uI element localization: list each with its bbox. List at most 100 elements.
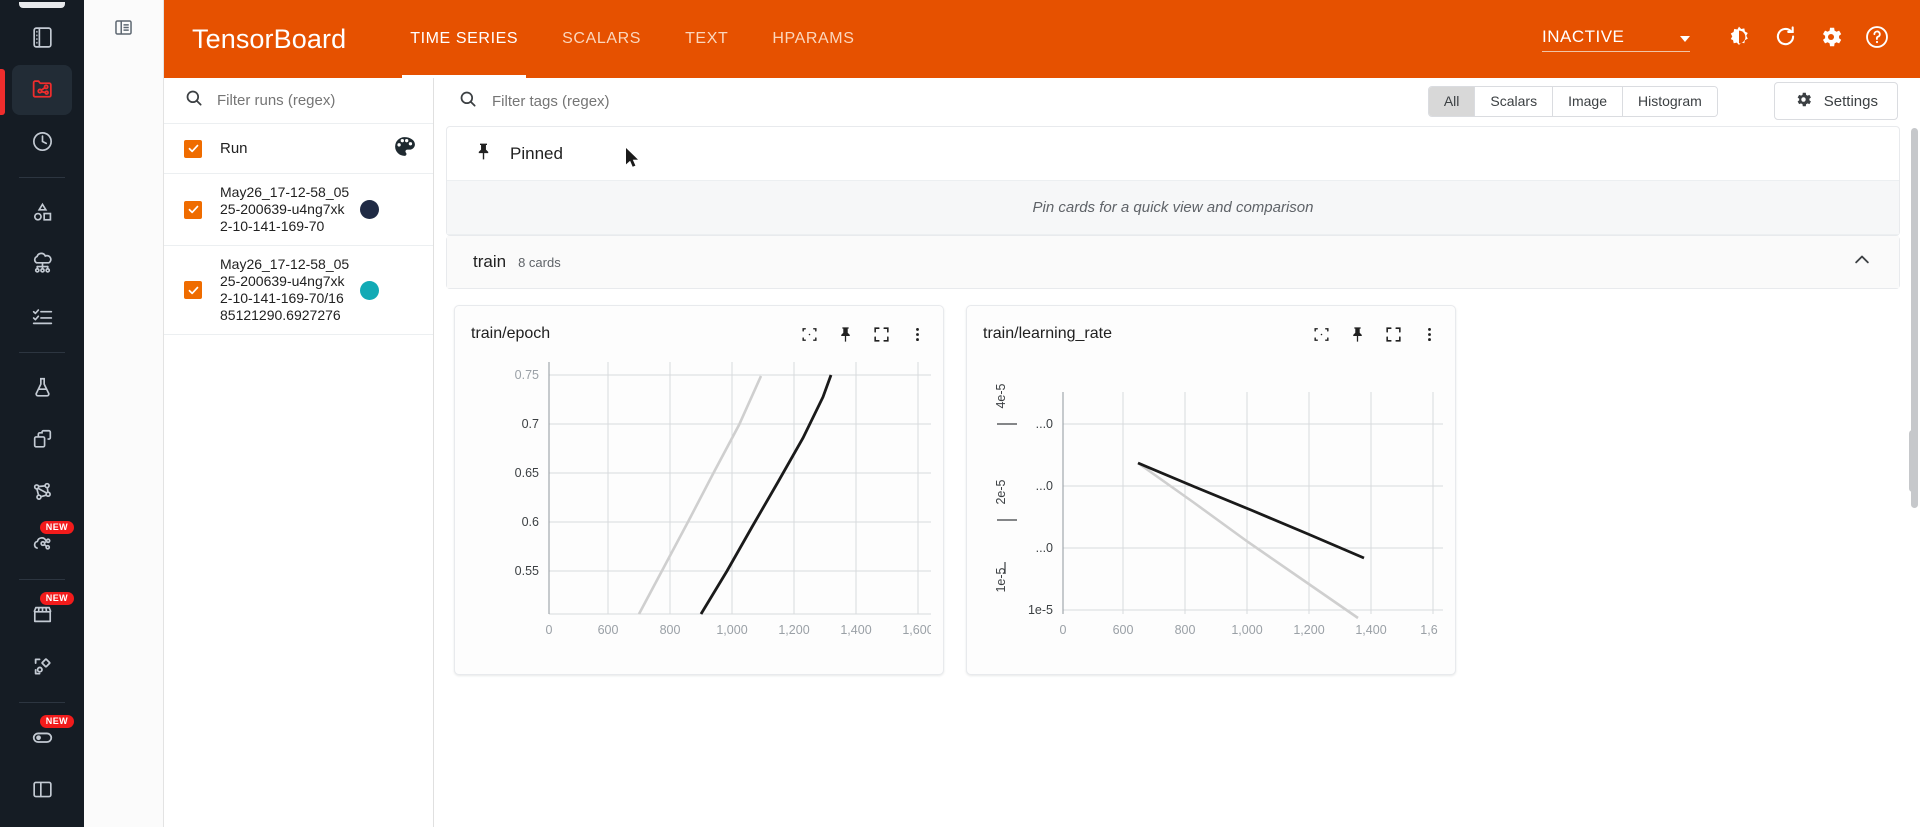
panel-layout-icon (30, 777, 55, 802)
sidebar-item-pipelines[interactable] (12, 240, 72, 290)
tag-group-header[interactable]: train 8 cards (447, 236, 1899, 288)
x-tick-label: 1,400 (840, 623, 871, 637)
data-table-icon[interactable] (1311, 324, 1331, 344)
run-name: May26_17-12-58_0525-200639-u4ng7xk2-10-1… (220, 184, 350, 234)
sidebar-item-notebook[interactable] (12, 13, 72, 63)
tag-group-count: 8 cards (518, 254, 561, 270)
sidebar-item-deployments[interactable]: NEW (12, 519, 74, 569)
sidebar-item-artifacts[interactable] (12, 188, 72, 238)
y-tick-label: ...0 (1036, 541, 1053, 555)
new-badge: NEW (39, 714, 74, 728)
run-list-item[interactable]: May26_17-12-58_0525-200639-u4ng7xk2-10-1… (164, 246, 433, 335)
x-tick-label: 0 (1060, 623, 1067, 637)
more-vert-icon[interactable] (907, 324, 927, 344)
settings-gear-icon (1818, 24, 1844, 55)
x-tick-label: 1,600 (902, 623, 931, 637)
filter-tags-input[interactable]: Filter tags (regex) (492, 93, 610, 110)
tab-text[interactable]: TEXT (663, 0, 750, 78)
select-all-runs-checkbox[interactable] (184, 139, 202, 158)
sidebar-item-assets[interactable] (12, 642, 72, 692)
data-table-icon[interactable] (799, 324, 819, 344)
x-tick-label: 0 (546, 623, 553, 637)
chart-card-header: train/learning_rate (983, 320, 1439, 348)
y-tick-label: 0.7 (522, 417, 539, 431)
pin-icon[interactable] (835, 324, 855, 344)
filter-histogram-button[interactable]: Histogram (1623, 86, 1717, 116)
x-tick-label: 1,000 (716, 623, 747, 637)
color-palette-icon[interactable] (392, 134, 417, 164)
x-tick-label: 1,200 (778, 623, 809, 637)
sidebar-item-panel-layout[interactable] (12, 765, 72, 815)
y-tick-label: 0.6 (522, 515, 539, 529)
pin-icon[interactable] (1347, 324, 1367, 344)
pinned-panel: Pinned Pin cards for a quick view and co… (446, 126, 1900, 236)
y-tick-label: 1e-5 (1028, 603, 1053, 617)
sidebar-item-marketplace[interactable]: NEW (12, 590, 74, 640)
filter-all-button[interactable]: All (1428, 86, 1476, 116)
runs-filter-row[interactable]: Filter runs (regex) (164, 78, 433, 124)
sidebar-item-toggle-feature[interactable]: NEW (12, 713, 74, 763)
help-button[interactable] (1854, 16, 1900, 62)
marketplace-icon (30, 602, 55, 627)
page-scrollbar[interactable] (1909, 430, 1916, 492)
filter-runs-input[interactable]: Filter runs (regex) (217, 92, 335, 109)
chart-card: train/learning_rate 4e-5 2e-5 1e-5 ...0 … (966, 305, 1456, 675)
help-circle-icon (1864, 24, 1890, 55)
runs-column-header: Run (164, 124, 433, 174)
settings-button[interactable] (1808, 16, 1854, 62)
pinned-header[interactable]: Pinned (447, 127, 1899, 181)
sidebar-item-models[interactable] (12, 415, 72, 465)
tab-hparams[interactable]: HPARAMS (750, 0, 876, 78)
experiment-active-icon (30, 77, 55, 102)
sidebar-item-experiments[interactable] (0, 64, 72, 115)
tensorboard-logo: TensorBoard (192, 23, 347, 54)
chart-card-header: train/epoch (471, 320, 927, 348)
chart-series-line (637, 375, 763, 615)
chart-plot-area[interactable]: 0.75 0.7 0.65 0.6 0.55 0 600 800 1,000 1… (471, 362, 931, 662)
fullscreen-icon[interactable] (1383, 324, 1403, 344)
brightness-button[interactable] (1716, 16, 1762, 62)
sidebar-item-runs-history[interactable] (12, 117, 72, 167)
list-panel-icon[interactable] (107, 12, 141, 42)
tags-toolbar: Filter tags (regex) All Scalars Image Hi… (434, 78, 1920, 124)
toggle-icon (29, 724, 56, 751)
tab-scalars[interactable]: SCALARS (540, 0, 663, 78)
y-tick-label: 0.75 (515, 368, 539, 382)
brightness-icon (1726, 24, 1752, 55)
search-icon (458, 89, 478, 114)
checklist-icon (30, 304, 55, 329)
run-checkbox[interactable] (184, 200, 202, 219)
graph-nodes-icon (30, 479, 55, 504)
settings-panel-button[interactable]: Settings (1773, 82, 1898, 120)
clock-history-icon (30, 129, 55, 154)
filter-image-button[interactable]: Image (1553, 86, 1623, 116)
chart-plot-area[interactable]: 4e-5 2e-5 1e-5 ...0 ...0 ...0 1e-5 0 600… (983, 362, 1443, 662)
sidebar-item-tasks[interactable] (12, 292, 72, 342)
refresh-button[interactable] (1762, 16, 1808, 62)
chart-card-tools (1311, 324, 1439, 344)
gear-icon (1794, 90, 1813, 113)
y-tick-label: 0.65 (515, 466, 539, 480)
fullscreen-icon[interactable] (871, 324, 891, 344)
run-checkbox[interactable] (184, 281, 202, 299)
run-list-item[interactable]: May26_17-12-58_0525-200639-u4ng7xk2-10-1… (164, 174, 433, 246)
tab-time-series[interactable]: TIME SERIES (388, 0, 540, 78)
sidebar-item-experiments-lab[interactable] (12, 363, 72, 413)
reload-status-value: INACTIVE (1542, 26, 1625, 46)
chart-card: train/epoch 0.75 0.7 0.65 0.6 0.55 0 600… (454, 305, 944, 675)
filter-scalars-button[interactable]: Scalars (1475, 86, 1554, 116)
chart-card-tools (799, 324, 927, 344)
tensorboard-body: Filter runs (regex) Run May26_17-12-58_0… (164, 78, 1920, 827)
rail-divider (19, 351, 65, 353)
reload-status-select[interactable]: INACTIVE (1542, 27, 1690, 52)
x-tick-label: 800 (1175, 623, 1196, 637)
plugin-filter-group: All Scalars Image Histogram (1427, 85, 1718, 117)
chevron-up-icon[interactable] (1851, 249, 1873, 276)
more-vert-icon[interactable] (1419, 324, 1439, 344)
run-color-swatch (360, 280, 379, 300)
tensorboard-header: TensorBoard TIME SERIES SCALARS TEXT HPA… (164, 0, 1920, 78)
x-tick-label: 1,6 (1420, 623, 1437, 637)
x-tick-label: 1,200 (1293, 623, 1324, 637)
sidebar-item-graph[interactable] (12, 467, 72, 517)
x-tick-label: 1,400 (1355, 623, 1386, 637)
